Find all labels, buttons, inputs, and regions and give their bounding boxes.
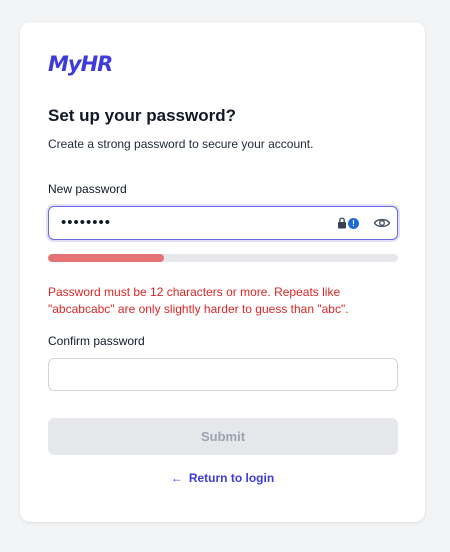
new-password-input[interactable]: •••••••• !	[48, 206, 398, 240]
new-password-value: ••••••••	[61, 214, 112, 231]
password-manager-icon[interactable]: !	[337, 216, 361, 230]
confirm-password-input[interactable]	[48, 358, 398, 391]
return-to-login-label: Return to login	[188, 471, 275, 485]
arrow-left-icon: ←	[170, 471, 183, 485]
password-manager-badge-icon: !	[348, 217, 359, 229]
lock-icon	[338, 217, 346, 229]
myhr-logo: MyHR	[48, 52, 113, 76]
confirm-password-label: Confirm password	[48, 334, 145, 348]
password-strength-meter	[48, 254, 398, 262]
new-password-label: New password	[48, 182, 127, 196]
eye-icon[interactable]	[373, 215, 391, 231]
page-title: Set up your password?	[48, 106, 236, 125]
page-subtitle: Create a strong password to secure your …	[48, 137, 314, 151]
return-to-login-link[interactable]: ← Return to login	[20, 471, 425, 485]
submit-button[interactable]: Submit	[48, 418, 398, 455]
password-strength-fill	[48, 254, 164, 262]
password-error-message: Password must be 12 characters or more. …	[48, 285, 349, 316]
password-setup-card: MyHR Set up your password? Create a stro…	[20, 22, 425, 522]
